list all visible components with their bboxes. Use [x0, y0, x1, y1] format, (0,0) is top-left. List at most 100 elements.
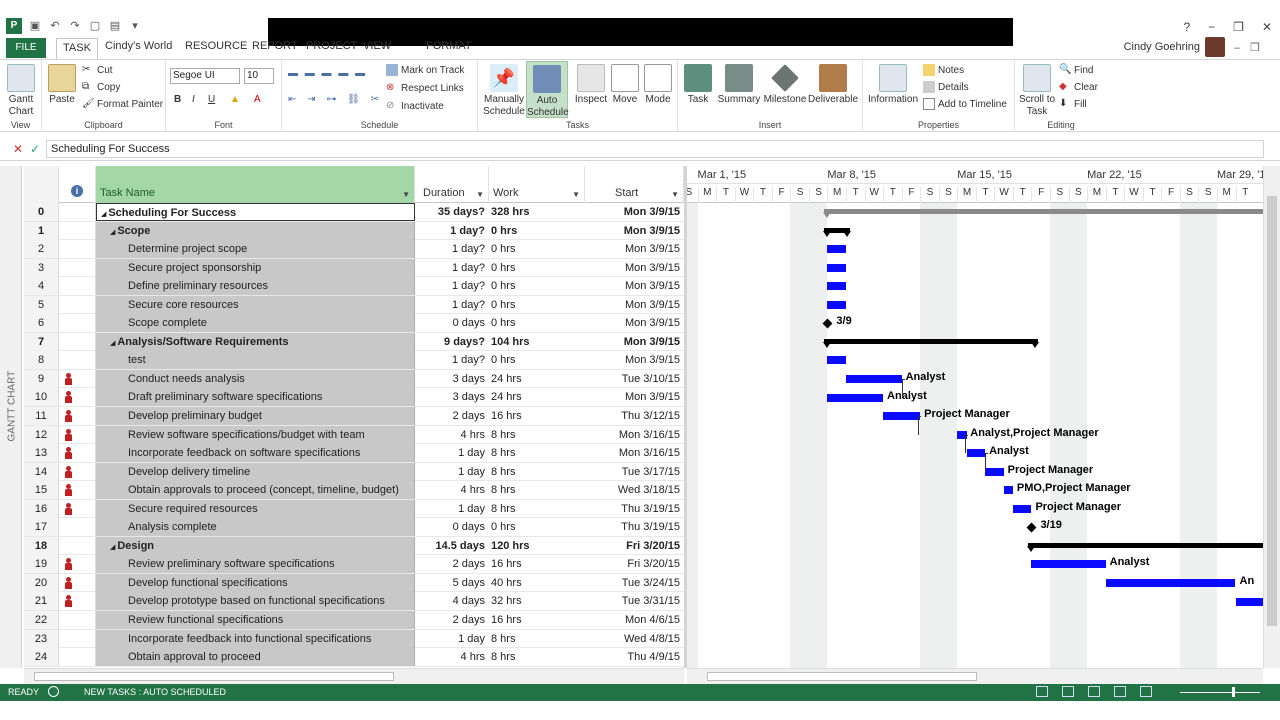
cut-button[interactable]: ✂ Cut [82, 64, 113, 76]
tab-file[interactable]: FILE [6, 38, 46, 58]
task-name-cell[interactable]: Define preliminary resources [96, 277, 415, 296]
work-cell[interactable]: 0 hrs [489, 222, 585, 240]
save-icon[interactable]: ▣ [28, 19, 42, 33]
chevron-down-icon[interactable]: ▼ [402, 190, 410, 199]
start-cell[interactable]: Mon 3/9/15 [585, 277, 682, 295]
start-cell[interactable]: Tue 3/24/15 [585, 574, 682, 592]
duration-cell[interactable]: 1 day? [415, 351, 487, 369]
insert-summary-button[interactable]: Summary [716, 64, 762, 106]
table-row[interactable]: 14 Develop delivery timeline 1 day 8 hrs Tue… [24, 462, 684, 482]
duration-cell[interactable]: 1 day [415, 463, 487, 481]
chevron-down-icon[interactable]: ▼ [572, 190, 580, 199]
scroll-to-task-button[interactable]: Scroll to Task [1017, 64, 1057, 118]
duration-cell[interactable]: 35 days? [415, 203, 487, 221]
table-row[interactable]: 3 Secure project sponsorship 1 day? 0 hrs Mo… [24, 258, 684, 278]
work-cell[interactable]: 16 hrs [489, 555, 585, 573]
notes-button[interactable]: Notes [923, 64, 964, 76]
work-cell[interactable]: 0 hrs [489, 351, 585, 369]
sheet-scroll-thumb[interactable] [34, 672, 394, 681]
start-cell[interactable]: Tue 3/17/15 [585, 463, 682, 481]
gantt-body[interactable]: 3/9 Analyst Analyst Project Manager Analyst,… [687, 203, 1263, 668]
task-name-cell[interactable]: Analysis complete [96, 518, 415, 537]
table-row[interactable]: 2 Determine project scope 1 day? 0 hrs Mon 3… [24, 240, 684, 259]
task-bar[interactable] [827, 282, 846, 291]
work-cell[interactable]: 120 hrs [489, 537, 585, 555]
format-painter-button[interactable]: 🖌 Format Painter [82, 98, 163, 110]
start-cell[interactable]: Mon 3/9/15 [585, 333, 682, 351]
work-cell[interactable]: 40 hrs [489, 574, 585, 592]
confirm-entry-icon[interactable]: ✓ [30, 142, 40, 156]
indicators-header[interactable]: i [59, 166, 96, 203]
duration-cell[interactable]: 4 hrs [415, 648, 487, 666]
table-row[interactable]: 23 Incorporate feedback into functional s… [24, 629, 684, 649]
duration-cell[interactable]: 1 day? [415, 240, 487, 258]
start-cell[interactable]: Mon 3/16/15 [585, 426, 682, 444]
start-cell[interactable]: Mon 3/9/15 [585, 240, 682, 258]
task-bar[interactable] [1235, 597, 1263, 606]
duration-cell[interactable]: 2 days [415, 555, 487, 573]
gantt-chart-button[interactable]: Gantt Chart [4, 64, 38, 118]
table-row[interactable]: 10 Draft preliminary software specificati… [24, 388, 684, 408]
select-all-cell[interactable] [24, 166, 59, 203]
work-cell[interactable]: 8 hrs [489, 481, 585, 499]
work-header[interactable]: Work ▼ [489, 166, 585, 203]
table-row[interactable]: 15 Obtain approvals to proceed (concept, … [24, 481, 684, 500]
work-cell[interactable]: 328 hrs [489, 203, 585, 221]
insert-milestone-button[interactable]: Milestone [762, 64, 808, 106]
task-name-cell[interactable]: Secure project sponsorship [96, 258, 415, 277]
start-cell[interactable]: Thu 3/19/15 [585, 518, 682, 536]
row-id[interactable]: 5 [24, 295, 59, 314]
table-row[interactable]: 4 Define preliminary resources 1 day? 0 hrs… [24, 277, 684, 296]
duration-header[interactable]: Duration ▼ [415, 166, 489, 203]
start-cell[interactable]: Wed 3/18/15 [585, 481, 682, 499]
duration-cell[interactable]: 14.5 days [415, 537, 487, 555]
work-cell[interactable]: 16 hrs [489, 407, 585, 425]
duration-cell[interactable]: 3 days [415, 388, 487, 406]
row-id[interactable]: 14 [24, 462, 59, 481]
gantt-horizontal-scrollbar[interactable] [687, 668, 1263, 684]
highlight-icon[interactable]: ▲ [230, 94, 240, 105]
duration-cell[interactable]: 9 days? [415, 333, 487, 351]
duration-cell[interactable]: 1 day? [415, 277, 487, 295]
table-row[interactable]: 5 Secure core resources 1 day? 0 hrs Mon 3/9… [24, 295, 684, 315]
start-cell[interactable]: Fri 3/20/15 [585, 537, 682, 555]
chevron-down-icon[interactable]: ▼ [671, 190, 679, 199]
task-name-header[interactable]: Task Name ▼ [96, 166, 415, 203]
sheet-horizontal-scrollbar[interactable] [24, 668, 684, 684]
work-cell[interactable]: 104 hrs [489, 333, 585, 351]
table-row[interactable]: 8 test 1 day? 0 hrs Mon 3/9/15 [24, 351, 684, 370]
table-row[interactable]: 20 Develop functional specifications 5 day… [24, 573, 684, 593]
paste-button[interactable]: Paste [46, 64, 78, 106]
duration-cell[interactable]: 1 day [415, 630, 487, 648]
team-planner-icon[interactable] [1088, 686, 1100, 697]
task-name-cell[interactable]: ◢ Analysis/Software Requirements [96, 332, 415, 351]
task-bar[interactable] [827, 300, 846, 309]
task-name-cell[interactable]: ◢ Design [96, 536, 415, 555]
restore-icon[interactable]: ❐ [1233, 20, 1244, 34]
table-row[interactable]: 21 Develop prototype based on functional … [24, 592, 684, 612]
start-cell[interactable]: Mon 3/9/15 [585, 314, 682, 332]
table-row[interactable]: 6 Scope complete 0 days 0 hrs Mon 3/9/15 [24, 314, 684, 333]
details-button[interactable]: Details [923, 81, 969, 93]
row-id[interactable]: 16 [24, 499, 59, 518]
work-cell[interactable]: 24 hrs [489, 370, 585, 388]
duration-cell[interactable]: 2 days [415, 407, 487, 425]
chevron-down-icon[interactable]: ▼ [476, 190, 484, 199]
document-window-controls[interactable]: –❐ [1234, 41, 1270, 54]
clear-button[interactable]: ◆ Clear [1059, 81, 1098, 93]
duration-cell[interactable]: 4 days [415, 592, 487, 610]
start-cell[interactable]: Mon 3/16/15 [585, 444, 682, 462]
task-name-cell[interactable]: Review software specifications/budget wi… [96, 425, 415, 444]
task-name-cell[interactable]: Develop prototype based on functional sp… [96, 592, 415, 611]
mode-button[interactable]: Mode [642, 64, 674, 106]
task-name-cell[interactable]: Obtain approval to proceed [96, 648, 415, 667]
start-cell[interactable]: Wed 4/8/15 [585, 630, 682, 648]
gantt-scroll-thumb[interactable] [707, 672, 977, 681]
mark-on-track-button[interactable]: Mark on Track [386, 64, 464, 76]
manually-schedule-button[interactable]: 📌 Manually Schedule [482, 64, 526, 118]
task-name-cell[interactable]: Scope complete [96, 314, 415, 333]
resource-sheet-icon[interactable] [1114, 686, 1126, 697]
indent-outdent-buttons[interactable]: ⇤ ⇥ ⊶ ⛓ ✂ [288, 94, 383, 105]
start-cell[interactable]: Mon 3/9/15 [585, 203, 682, 221]
duration-cell[interactable]: 2 days [415, 611, 487, 629]
